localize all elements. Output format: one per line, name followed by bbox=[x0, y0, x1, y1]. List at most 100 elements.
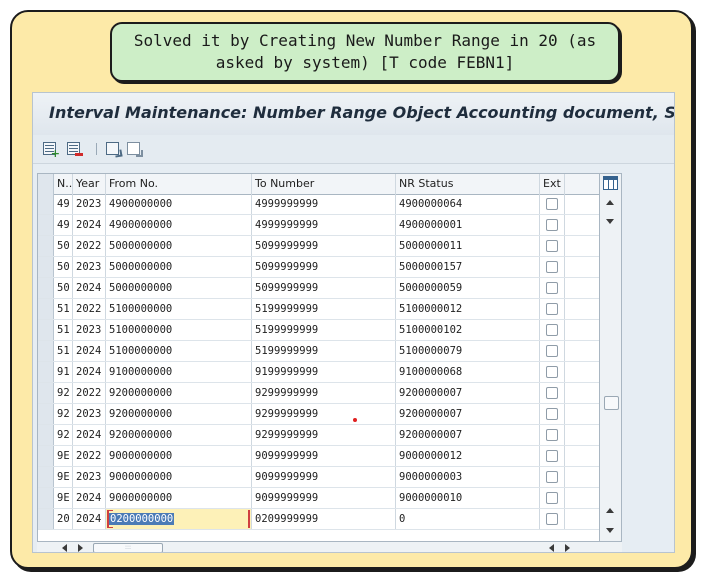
table-settings-icon[interactable] bbox=[603, 176, 618, 190]
cell-status: 5000000059 bbox=[396, 278, 540, 298]
annotation-callout: Solved it by Creating New Number Range i… bbox=[110, 22, 620, 82]
ext-checkbox[interactable] bbox=[546, 198, 558, 210]
row-selector[interactable] bbox=[38, 320, 54, 340]
cell-to: 5099999999 bbox=[252, 236, 396, 256]
col-header-to[interactable]: To Number bbox=[252, 174, 396, 194]
table-row[interactable]: 9E 2024 9000000000 9099999999 9000000010 bbox=[38, 488, 599, 509]
table-row[interactable]: 9E 2022 9000000000 9099999999 9000000012 bbox=[38, 446, 599, 467]
table-row[interactable]: 9E 2023 9000000000 9099999999 9000000003 bbox=[38, 467, 599, 488]
row-selector[interactable] bbox=[38, 215, 54, 235]
row-selector[interactable] bbox=[38, 236, 54, 256]
table-row[interactable]: 50 2023 5000000000 5099999999 5000000157 bbox=[38, 257, 599, 278]
deselect-all-icon[interactable] bbox=[127, 142, 143, 157]
scroll-down-bottom-icon[interactable] bbox=[606, 528, 614, 533]
cell-ext bbox=[540, 509, 565, 529]
col-header-no[interactable]: N.. bbox=[54, 174, 73, 194]
cell-from: 5000000000 bbox=[106, 236, 252, 256]
row-selector[interactable] bbox=[38, 383, 54, 403]
cell-ext bbox=[540, 320, 565, 340]
cell-ext bbox=[540, 467, 565, 487]
col-header-ext[interactable]: Ext bbox=[540, 174, 565, 194]
table-row[interactable]: 49 2024 4900000000 4999999999 4900000001 bbox=[38, 215, 599, 236]
table-row[interactable]: 50 2024 5000000000 5099999999 5000000059 bbox=[38, 278, 599, 299]
cell-to: 9099999999 bbox=[252, 467, 396, 487]
scroll-right-right-icon[interactable] bbox=[565, 544, 570, 552]
cell-to[interactable]: 0209999999 bbox=[252, 509, 396, 529]
cell-year: 2024 bbox=[73, 215, 106, 235]
row-selector[interactable] bbox=[38, 257, 54, 277]
horizontal-scroll-thumb[interactable]: ::: bbox=[93, 543, 163, 552]
table-row[interactable]: 92 2024 9200000000 9299999999 9200000007 bbox=[38, 425, 599, 446]
scroll-right-icon[interactable] bbox=[78, 544, 83, 552]
row-selector[interactable] bbox=[38, 425, 54, 445]
row-selector[interactable] bbox=[38, 278, 54, 298]
ext-checkbox[interactable] bbox=[546, 219, 558, 231]
scroll-left-right-icon[interactable] bbox=[549, 544, 554, 552]
cell-ext bbox=[540, 236, 565, 256]
ext-checkbox[interactable] bbox=[546, 471, 558, 483]
col-header-from[interactable]: From No. bbox=[106, 174, 252, 194]
ext-checkbox[interactable] bbox=[546, 366, 558, 378]
cell-ext bbox=[540, 215, 565, 235]
cell-to: 5099999999 bbox=[252, 257, 396, 277]
table-row[interactable]: 92 2022 9200000000 9299999999 9200000007 bbox=[38, 383, 599, 404]
delete-row-icon[interactable] bbox=[67, 142, 83, 156]
row-selector-header[interactable] bbox=[38, 174, 54, 194]
row-selector[interactable] bbox=[38, 467, 54, 487]
ext-checkbox[interactable] bbox=[546, 261, 558, 273]
select-all-icon[interactable] bbox=[106, 142, 119, 155]
table-row[interactable]: 49 2023 4900000000 4999999999 4900000064 bbox=[38, 194, 599, 215]
cell-status[interactable]: 0 bbox=[396, 509, 540, 529]
row-selector[interactable] bbox=[38, 509, 54, 529]
ext-checkbox[interactable] bbox=[546, 492, 558, 504]
row-selector[interactable] bbox=[38, 194, 54, 214]
table-row[interactable]: 20 2024 0200000000 0209999999 0 bbox=[38, 509, 599, 530]
col-header-status[interactable]: NR Status bbox=[396, 174, 540, 194]
cell-no: 51 bbox=[54, 341, 73, 361]
cell-year: 2024 bbox=[73, 488, 106, 508]
row-selector[interactable] bbox=[38, 404, 54, 424]
row-selector[interactable] bbox=[38, 362, 54, 382]
scroll-left-icon[interactable] bbox=[62, 544, 67, 552]
row-selector[interactable] bbox=[38, 446, 54, 466]
row-selector[interactable] bbox=[38, 299, 54, 319]
scroll-up-icon[interactable] bbox=[606, 200, 614, 205]
cell-from: 9200000000 bbox=[106, 425, 252, 445]
vertical-scroll-thumb[interactable] bbox=[604, 396, 619, 410]
row-selector[interactable] bbox=[38, 341, 54, 361]
cell-status: 5100000012 bbox=[396, 299, 540, 319]
horizontal-scrollbar[interactable]: ::: bbox=[37, 542, 622, 552]
ext-checkbox[interactable] bbox=[546, 240, 558, 252]
cell-no: 51 bbox=[54, 299, 73, 319]
ext-checkbox[interactable] bbox=[546, 513, 558, 525]
table-row[interactable]: 51 2023 5100000000 5199999999 5100000102 bbox=[38, 320, 599, 341]
scroll-down-icon[interactable] bbox=[606, 219, 614, 224]
cell-from: 4900000000 bbox=[106, 194, 252, 214]
scroll-up-bottom-icon[interactable] bbox=[606, 508, 614, 513]
ext-checkbox[interactable] bbox=[546, 450, 558, 462]
from-number-input[interactable]: 0200000000 bbox=[106, 509, 252, 529]
table-row[interactable]: 50 2022 5000000000 5099999999 5000000011 bbox=[38, 236, 599, 257]
cell-no[interactable]: 20 bbox=[54, 509, 73, 529]
ext-checkbox[interactable] bbox=[546, 408, 558, 420]
cell-from: 5100000000 bbox=[106, 341, 252, 361]
ext-checkbox[interactable] bbox=[546, 387, 558, 399]
table-row[interactable]: 92 2023 9200000000 9299999999 9200000007 bbox=[38, 404, 599, 425]
row-selector[interactable] bbox=[38, 488, 54, 508]
table-row[interactable]: 91 2024 9100000000 9199999999 9100000068 bbox=[38, 362, 599, 383]
ext-checkbox[interactable] bbox=[546, 282, 558, 294]
insert-row-icon[interactable] bbox=[43, 142, 60, 160]
callout-line-2: asked by system) [T code FEBN1] bbox=[215, 53, 515, 72]
ext-checkbox[interactable] bbox=[546, 303, 558, 315]
cell-no: 92 bbox=[54, 383, 73, 403]
vertical-scrollbar[interactable] bbox=[600, 173, 622, 542]
cell-year[interactable]: 2024 bbox=[73, 509, 106, 529]
ext-checkbox[interactable] bbox=[546, 429, 558, 441]
col-header-year[interactable]: Year bbox=[73, 174, 106, 194]
ext-checkbox[interactable] bbox=[546, 345, 558, 357]
table-row[interactable]: 51 2022 5100000000 5199999999 5100000012 bbox=[38, 299, 599, 320]
ext-checkbox[interactable] bbox=[546, 324, 558, 336]
cell-year: 2023 bbox=[73, 320, 106, 340]
table-row[interactable]: 51 2024 5100000000 5199999999 5100000079 bbox=[38, 341, 599, 362]
cell-to: 5199999999 bbox=[252, 341, 396, 361]
